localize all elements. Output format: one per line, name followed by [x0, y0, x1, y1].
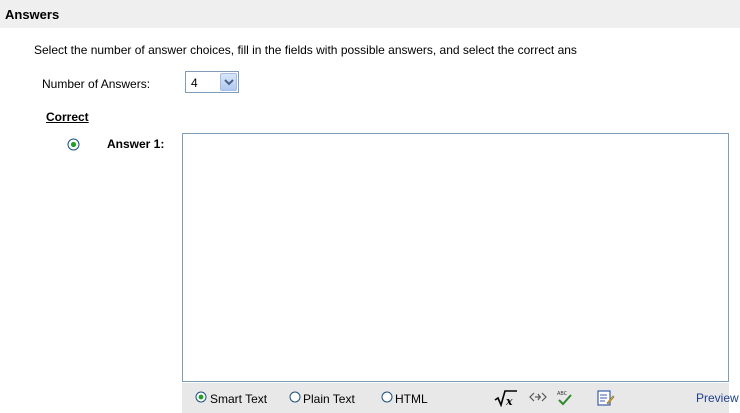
- chevron-down-icon[interactable]: [220, 73, 237, 91]
- smart-text-radio[interactable]: [195, 391, 207, 403]
- answer-text-field[interactable]: [182, 133, 729, 382]
- section-title: Answers: [5, 7, 60, 22]
- smart-text-label[interactable]: Smart Text: [210, 392, 267, 406]
- svg-text:ABC: ABC: [557, 391, 568, 397]
- number-of-answers-value: 4: [191, 76, 198, 90]
- number-of-answers-label: Number of Answers:: [42, 77, 151, 91]
- spell-check-icon[interactable]: ABC: [556, 389, 574, 407]
- svg-text:x: x: [505, 395, 513, 407]
- correct-answer-radio[interactable]: [67, 138, 80, 151]
- plain-text-label[interactable]: Plain Text: [303, 392, 355, 406]
- preview-link[interactable]: Preview: [696, 391, 739, 405]
- answer-label: Answer 1:: [107, 137, 165, 151]
- math-equation-icon[interactable]: x: [494, 389, 518, 407]
- section-header: Answers: [0, 0, 740, 28]
- insert-link-icon[interactable]: [529, 389, 547, 405]
- editor-toolbar: Smart Text Plain Text HTML x ABC: [182, 383, 729, 413]
- plain-text-radio[interactable]: [289, 391, 301, 403]
- html-radio[interactable]: [381, 391, 393, 403]
- correct-column-header: Correct: [46, 110, 89, 124]
- preview-icon[interactable]: [597, 389, 615, 407]
- instructions-text: Select the number of answer choices, fil…: [34, 43, 577, 57]
- html-label[interactable]: HTML: [395, 392, 428, 406]
- number-of-answers-select[interactable]: 4: [185, 71, 239, 93]
